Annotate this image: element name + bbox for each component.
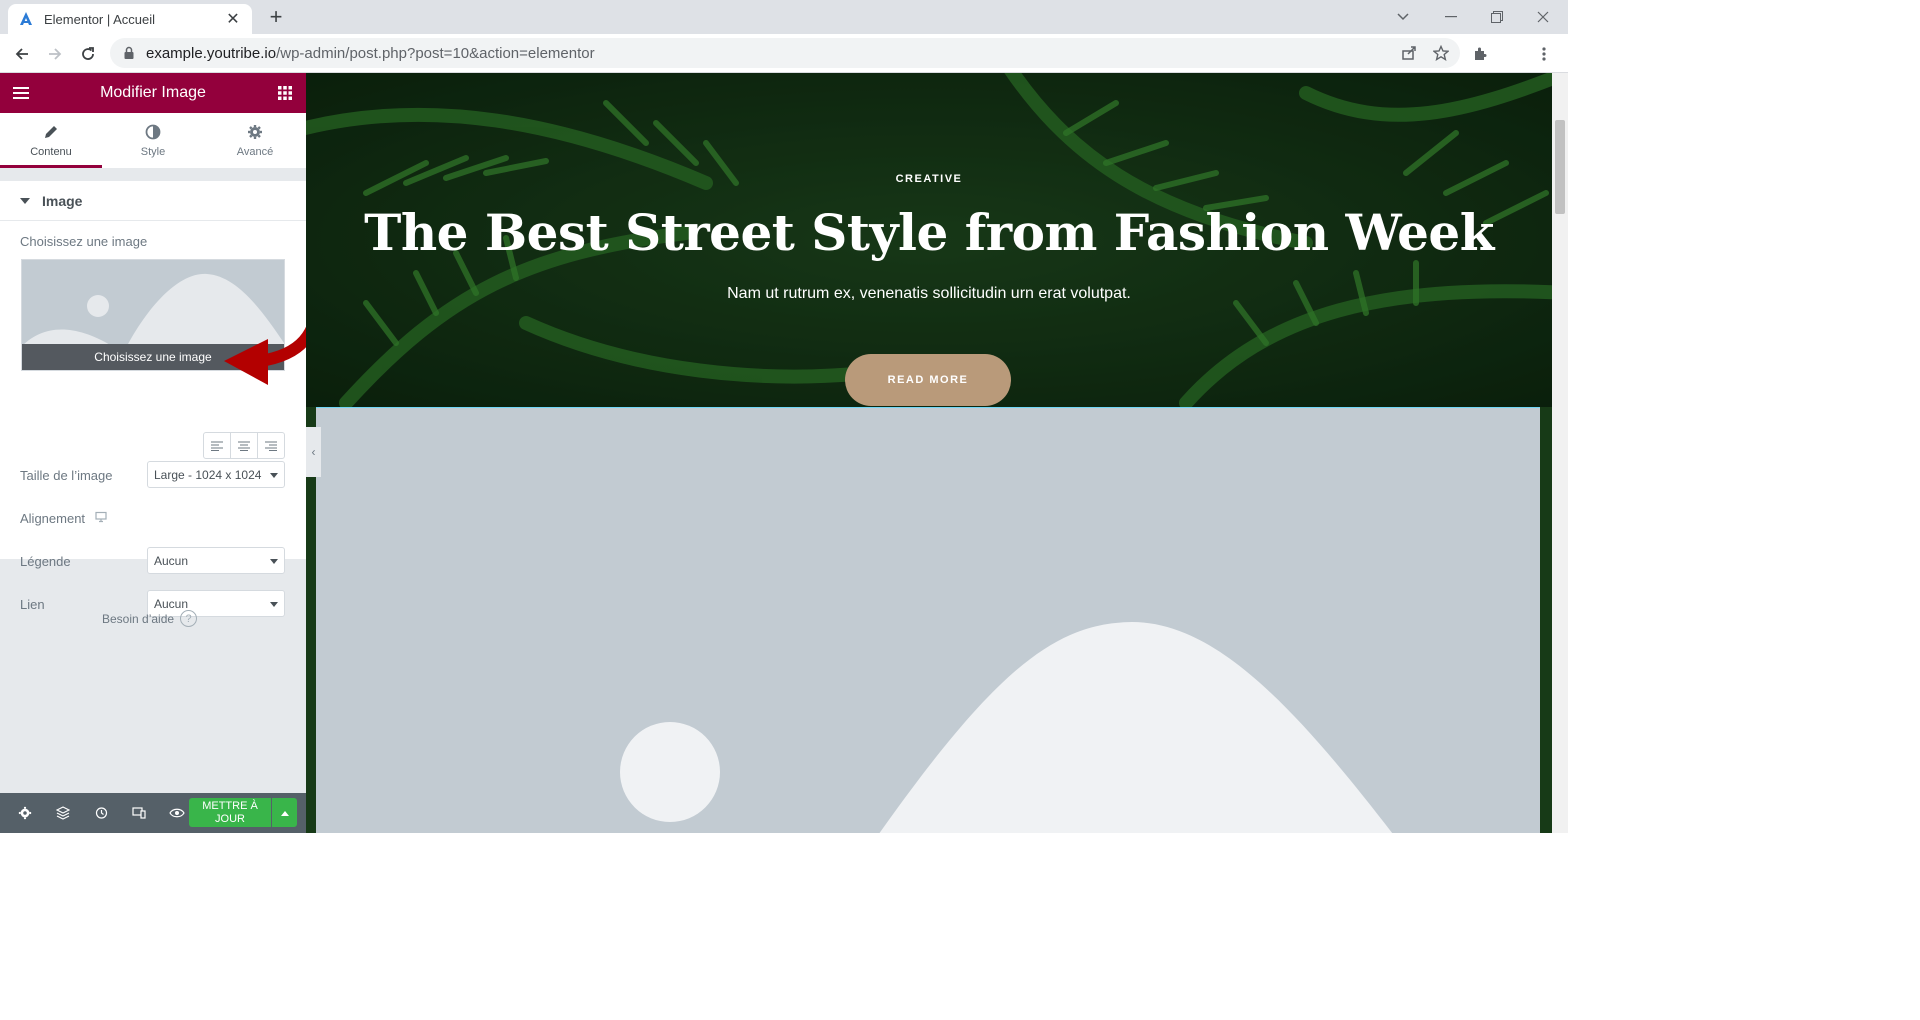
align-right-button[interactable]	[258, 433, 284, 458]
update-button[interactable]: METTRE À JOUR	[189, 798, 271, 827]
minimize-button[interactable]	[1428, 0, 1474, 34]
settings-icon[interactable]	[6, 793, 44, 833]
hero-kicker: CREATIVE	[895, 173, 963, 185]
page-preview: CREATIVE The Best Street Style from Fash…	[306, 73, 1552, 833]
restore-button[interactable]	[1474, 0, 1520, 34]
link-label: Lien	[20, 597, 45, 612]
image-size-value: Large - 1024 x 1024	[154, 467, 262, 482]
panel-tabs: Contenu Style Avancé	[0, 113, 306, 169]
tab-label: Avancé	[236, 145, 274, 158]
address-bar[interactable]: example.youtribe.io/wp-admin/post.php?po…	[110, 38, 1460, 68]
forward-button[interactable]	[41, 40, 69, 68]
scrollbar-thumb[interactable]	[1555, 120, 1565, 214]
hero-headline: The Best Street Style from Fashion Week	[364, 203, 1494, 262]
hero-section: CREATIVE The Best Street Style from Fash…	[306, 73, 1552, 407]
choose-image-label: Choisissez une image	[20, 234, 148, 249]
elementor-panel: Modifier Image Contenu Style Avancé Imag…	[0, 73, 306, 833]
panel-header: Modifier Image	[0, 73, 306, 113]
caret-down-icon	[20, 197, 30, 204]
hamburger-menu-icon[interactable]	[12, 84, 30, 102]
gear-icon	[248, 124, 262, 139]
navigator-layers-icon[interactable]	[44, 793, 82, 833]
bookmark-star-icon[interactable]	[1432, 44, 1450, 62]
help-link[interactable]: Besoin d’aide ?	[102, 610, 198, 627]
browser-toolbar: example.youtribe.io/wp-admin/post.php?po…	[0, 34, 1568, 73]
tab-avance[interactable]: Avancé	[204, 113, 306, 168]
responsive-mode-icon[interactable]	[120, 793, 158, 833]
desktop-device-icon[interactable]	[95, 511, 107, 523]
close-window-button[interactable]	[1520, 0, 1566, 34]
elementor-favicon-icon	[20, 12, 32, 25]
panel-title: Modifier Image	[100, 84, 206, 101]
extensions-icon[interactable]	[1466, 40, 1494, 68]
question-icon: ?	[180, 610, 198, 627]
link-value: Aucun	[154, 596, 189, 611]
panel-footer: METTRE À JOUR	[0, 793, 306, 833]
history-icon[interactable]	[82, 793, 120, 833]
alignment-buttons	[203, 432, 285, 459]
hero-subtitle: Nam ut rutrum ex, venenatis sollicitudin…	[727, 285, 1131, 302]
save-options-button[interactable]	[272, 798, 297, 827]
browser-tab-bar: Elementor | Accueil ✕ +	[0, 0, 1568, 34]
image-size-label: Taille de l’image	[20, 468, 113, 483]
image-size-select[interactable]: Large - 1024 x 1024	[147, 461, 285, 488]
read-more-button[interactable]: READ MORE	[845, 354, 1011, 406]
caption-select[interactable]: Aucun	[147, 547, 285, 574]
page-scrollbar[interactable]	[1552, 73, 1568, 833]
align-center-button[interactable]	[231, 433, 258, 458]
caret-up-icon	[280, 810, 289, 816]
section-title: Image	[42, 192, 83, 209]
browser-tab[interactable]: Elementor | Accueil ✕	[8, 4, 252, 34]
dropdown-arrow-icon	[270, 473, 278, 478]
new-tab-button[interactable]: +	[264, 6, 288, 30]
tab-style[interactable]: Style	[102, 113, 204, 168]
back-button[interactable]	[8, 40, 36, 68]
align-left-button[interactable]	[204, 433, 231, 458]
lock-icon	[124, 46, 134, 59]
help-text: Besoin d’aide	[102, 611, 175, 626]
caption-value: Aucun	[154, 553, 189, 568]
url-path: /wp-admin/post.php?post=10&action=elemen…	[276, 44, 595, 62]
tab-label: Style	[140, 145, 166, 158]
tab-title: Elementor | Accueil	[44, 11, 156, 27]
widgets-grid-icon[interactable]	[276, 84, 294, 102]
tab-label: Contenu	[30, 145, 72, 158]
tab-contenu[interactable]: Contenu	[0, 113, 102, 168]
caption-label: Légende	[20, 554, 71, 569]
url-host: example.youtribe.io	[146, 44, 277, 62]
dropdown-arrow-icon	[270, 602, 278, 607]
half-circle-icon	[145, 124, 161, 139]
dropdown-arrow-icon	[270, 559, 278, 564]
share-icon[interactable]	[1400, 44, 1418, 62]
image-placeholder-icon	[620, 622, 1393, 833]
pencil-icon	[45, 125, 57, 138]
browser-menu-icon[interactable]	[1530, 40, 1558, 68]
reload-button[interactable]	[74, 40, 102, 68]
close-tab-icon[interactable]: ✕	[224, 9, 242, 29]
tab-search-icon[interactable]	[1380, 0, 1426, 34]
image-widget-placeholder[interactable]	[316, 407, 1540, 833]
collapse-panel-button[interactable]: ‹	[306, 427, 321, 477]
alignment-label: Alignement	[20, 511, 86, 526]
